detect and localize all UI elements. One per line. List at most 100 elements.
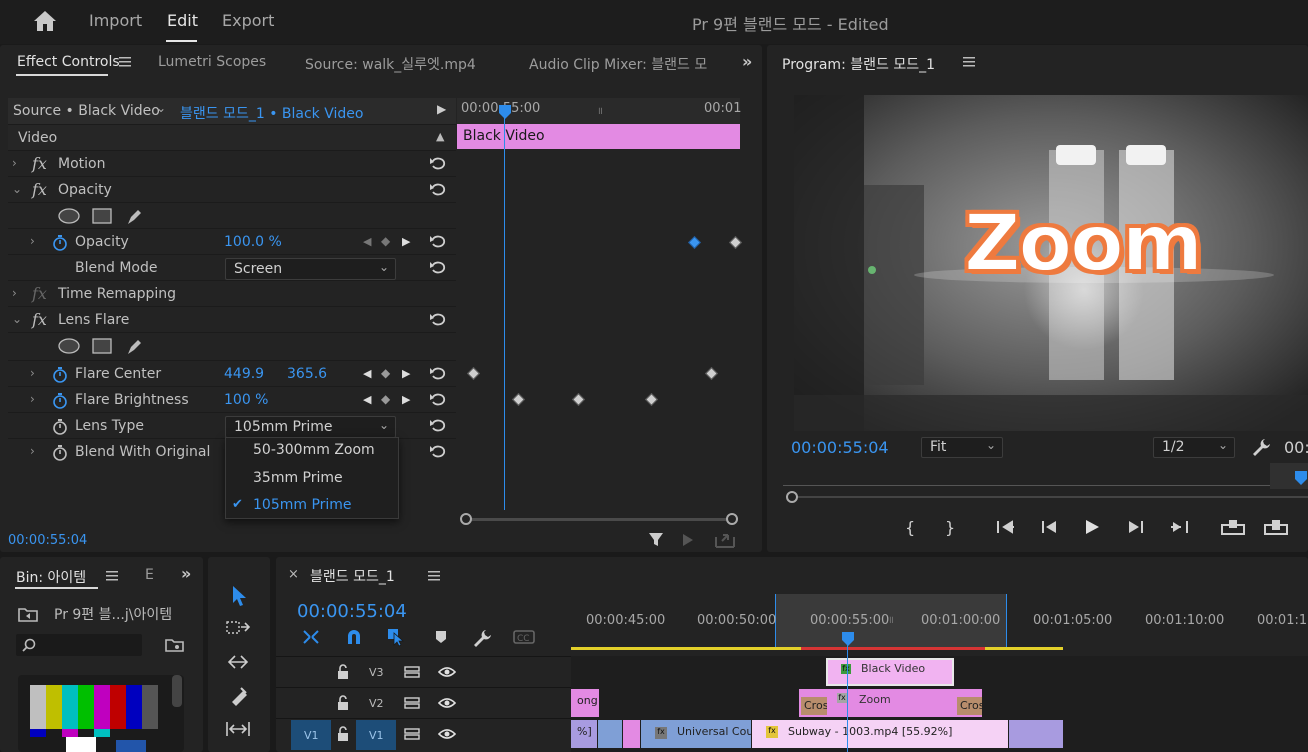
timeline-playhead-head[interactable] [841,631,855,647]
overflow-tabs-icon[interactable]: » [742,52,752,71]
program-zoom-scrollbar[interactable] [798,496,1308,498]
bin-scrollbar[interactable] [172,675,182,707]
prev-keyframe-icon[interactable]: ◀ [363,393,371,406]
opacity-row[interactable]: › Opacity 100.0 % ◀ ◆ ▶ [8,228,456,254]
stopwatch-icon[interactable] [52,444,68,461]
fx-icon[interactable]: fx [32,154,47,173]
close-sequence-icon[interactable]: × [288,567,299,582]
sync-lock-icon[interactable] [404,696,422,710]
lens-type-dropdown[interactable]: 105mm Prime ⌄ [225,416,396,438]
expand-icon[interactable]: › [30,234,35,248]
clip-subway[interactable]: fx Subway - 1003.mp4 [55.92%] [752,720,1008,748]
ec-playhead-head[interactable] [498,104,512,120]
tab-audio-clip-mixer[interactable]: Audio Clip Mixer: 블랜드 모 [529,54,707,74]
play-icon[interactable] [1084,519,1100,535]
sync-lock-icon[interactable] [404,727,422,741]
program-playhead[interactable] [1294,470,1308,486]
reset-icon[interactable] [429,233,447,249]
lens-option-50-300mm-zoom[interactable]: 50-300mm Zoom [253,442,375,458]
reset-icon[interactable] [429,365,447,381]
blend-mode-dropdown[interactable]: Screen ⌄ [225,258,396,280]
rectangle-mask-icon[interactable] [92,338,112,354]
expand-icon[interactable]: › [30,444,35,458]
overflow-tabs-icon[interactable]: » [181,564,191,583]
prev-keyframe-icon[interactable]: ◀ [363,235,371,248]
sequence-tab[interactable]: 블랜드 모드_1 [310,566,395,586]
expand-icon[interactable]: › [12,156,17,170]
add-keyframe-icon[interactable]: ◆ [381,366,390,380]
wrench-icon[interactable] [1251,437,1271,457]
source-patch-v1[interactable]: V1 [291,720,331,750]
go-to-out-icon[interactable] [1169,519,1189,535]
bin-search-input[interactable] [16,634,142,656]
work-area-right-edge[interactable] [1006,594,1007,648]
next-keyframe-icon[interactable]: ▶ [402,393,410,406]
insert-icon[interactable] [1220,517,1246,537]
tab-effect-controls[interactable]: Effect Controls [17,54,120,70]
lock-icon[interactable] [336,664,350,680]
step-back-icon[interactable] [1040,519,1058,535]
bin-thumbnail-frame[interactable] [18,675,184,752]
next-keyframe-icon[interactable]: ▶ [402,235,410,248]
mark-in-icon[interactable]: { [905,518,915,537]
add-keyframe-icon[interactable]: ◆ [381,234,390,248]
add-keyframe-icon[interactable]: ◆ [381,392,390,406]
ellipse-mask-icon[interactable] [58,338,80,354]
flare-center-y-value[interactable]: 365.6 [287,366,327,382]
ec-timecode[interactable]: 00:00:55:04 [8,533,87,548]
program-zoom-handle[interactable] [786,491,798,503]
fx-icon[interactable]: fx [32,310,47,329]
expand-icon[interactable]: › [30,366,35,380]
stopwatch-icon[interactable] [52,234,68,251]
expand-icon[interactable]: › [30,392,35,406]
opacity-group-row[interactable]: ⌄ fx Opacity [8,176,456,202]
collapse-up-icon[interactable]: ▲ [436,130,444,143]
go-to-in-icon[interactable] [996,519,1016,535]
reset-icon[interactable] [429,443,447,459]
transition-cross-left[interactable]: Cros [801,697,827,715]
find-in-folder-icon[interactable] [165,637,185,653]
overwrite-icon[interactable] [1263,517,1289,537]
pen-mask-icon[interactable] [125,336,145,356]
zoom-fit-dropdown[interactable]: Fit ⌄ [921,437,1003,458]
expand-icon[interactable]: › [12,286,17,300]
reset-icon[interactable] [429,155,447,171]
export-frame-icon[interactable] [714,531,736,549]
timeline-settings-wrench-icon[interactable] [472,628,492,648]
timeline-timecode[interactable]: 00:00:55:04 [297,601,407,622]
panel-menu-icon[interactable] [428,571,440,581]
track-target-v1[interactable]: V1 [356,720,396,750]
eye-icon[interactable] [438,665,456,679]
stopwatch-icon[interactable] [52,392,68,409]
ripple-edit-tool-icon[interactable] [225,652,251,672]
ellipse-mask-icon[interactable] [58,208,80,224]
linked-selection-icon[interactable] [386,627,406,647]
clip-black-video[interactable]: fx Black Video [826,658,954,686]
tab-lumetri-scopes[interactable]: Lumetri Scopes [158,54,266,70]
eye-icon[interactable] [438,696,456,710]
flare-center-x-value[interactable]: 449.9 [224,366,264,382]
lens-flare-row[interactable]: ⌄ fx Lens Flare [8,306,456,332]
program-video-frame[interactable]: Zoom [794,95,1308,431]
reset-icon[interactable] [429,259,447,275]
snap-magnet-icon[interactable] [345,628,363,646]
home-icon[interactable] [33,10,57,32]
panel-menu-icon[interactable] [963,57,975,67]
lock-icon[interactable] [336,695,350,711]
slip-tool-icon[interactable] [225,720,251,738]
rectangle-mask-icon[interactable] [92,208,112,224]
razor-tool-icon[interactable] [228,685,250,707]
step-forward-icon[interactable] [1127,519,1145,535]
tab-source[interactable]: Source: walk_실루엣.mp4 [305,54,476,74]
ec-scroll-handle-left[interactable] [460,513,472,525]
next-keyframe-icon[interactable]: ▶ [402,367,410,380]
filter-icon[interactable] [648,531,666,549]
flare-brightness-row[interactable]: › Flare Brightness 100 % ◀ ◆ ▶ [8,386,456,412]
lens-option-105mm-prime[interactable]: 105mm Prime [253,497,352,513]
clip-v1-end[interactable] [1009,720,1063,748]
source-label[interactable]: Source • Black Video [13,103,160,119]
track-select-tool-icon[interactable] [225,619,251,637]
flare-brightness-value[interactable]: 100 % [224,392,268,408]
motion-row[interactable]: › fx Motion [8,150,456,176]
collapse-icon[interactable]: ⌄ [12,182,22,196]
